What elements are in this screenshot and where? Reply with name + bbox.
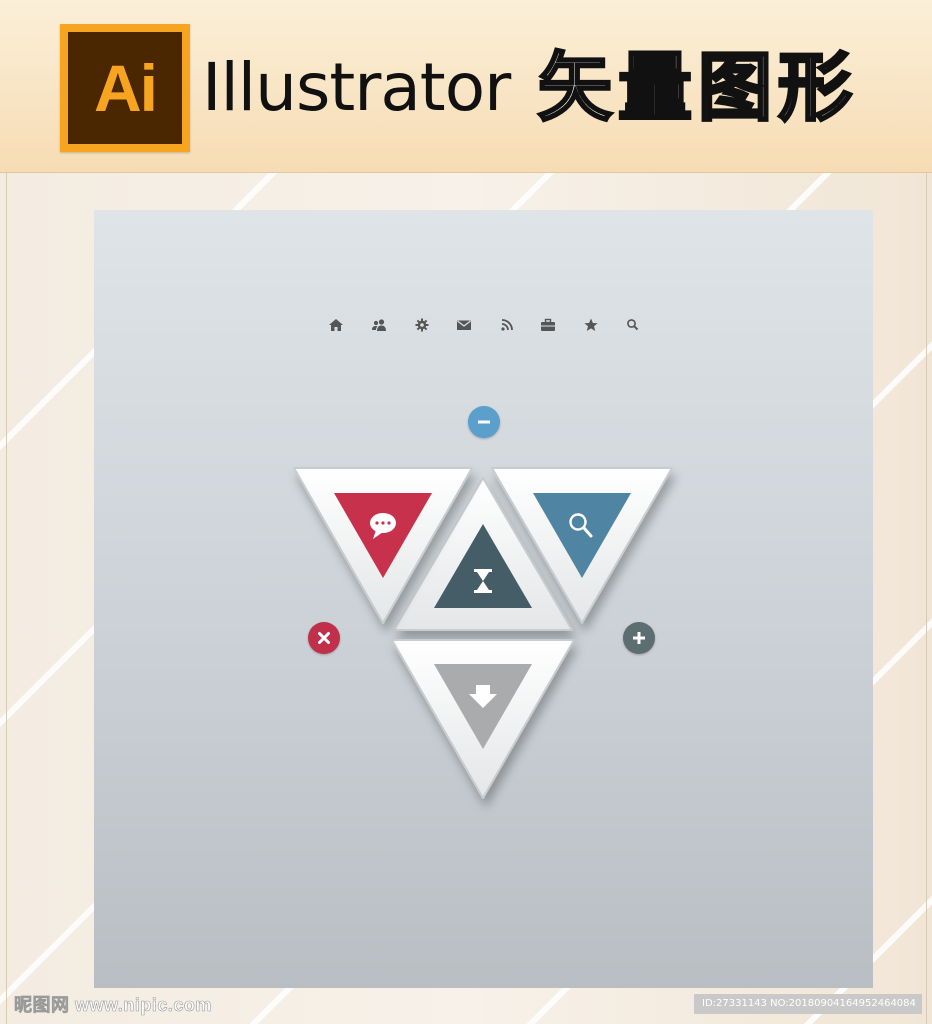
image-id-label: ID:27331143 NO:20180904164952464084	[694, 994, 922, 1014]
close-icon	[318, 632, 330, 644]
logo-text: Ai	[94, 51, 158, 125]
download-triangle[interactable]	[391, 639, 575, 799]
header-banner: Ai Illustrator 矢量图形	[0, 0, 932, 173]
frame-left-line	[6, 173, 7, 1024]
close-button[interactable]	[308, 622, 340, 654]
app-name: Illustrator	[202, 49, 511, 126]
minus-button[interactable]	[468, 406, 500, 438]
subtitle: 矢量图形	[537, 44, 858, 133]
plus-icon	[633, 632, 645, 644]
minus-icon	[478, 420, 490, 424]
plus-button[interactable]	[623, 622, 655, 654]
frame-right-line	[926, 173, 927, 1024]
triangle-cluster	[293, 467, 673, 799]
site-watermark: 昵图网 www.nipic.com	[14, 995, 212, 1016]
illustrator-logo: Ai	[60, 24, 190, 152]
vector-canvas	[94, 210, 873, 988]
